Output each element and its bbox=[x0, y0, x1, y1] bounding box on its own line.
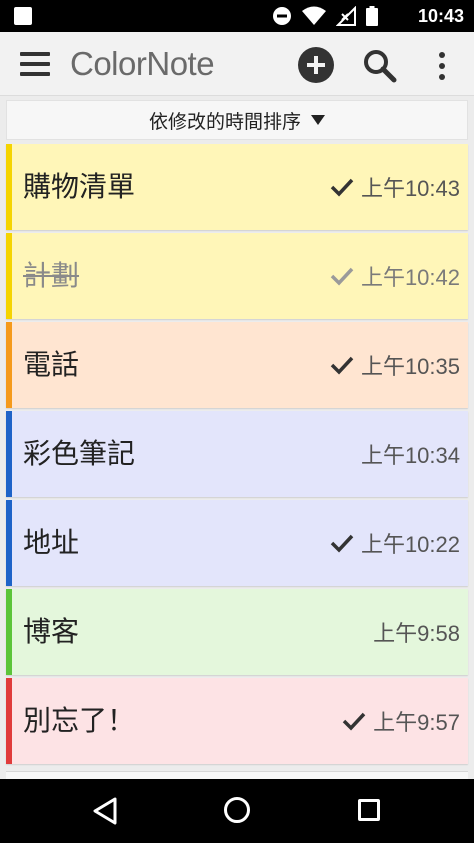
note-item[interactable]: 博客 上午9:58 bbox=[6, 589, 468, 675]
back-icon[interactable] bbox=[92, 797, 118, 825]
note-title: 彩色筆記 bbox=[23, 437, 136, 470]
note-item[interactable]: 別忘了！ 上午9:57 bbox=[6, 678, 468, 764]
list-bottom-edge bbox=[6, 771, 468, 779]
dropdown-arrow-icon bbox=[311, 115, 325, 125]
status-bar: 10:43 bbox=[0, 0, 474, 32]
note-meta: 上午10:22 bbox=[329, 500, 460, 586]
status-time: 10:43 bbox=[417, 6, 464, 26]
sort-dropdown[interactable]: 依修改的時間排序 bbox=[6, 100, 468, 140]
note-time: 上午10:42 bbox=[360, 265, 460, 290]
note-meta: 上午10:35 bbox=[329, 322, 460, 408]
navigation-bar bbox=[0, 779, 474, 843]
note-title: 計劃 bbox=[23, 259, 80, 292]
check-icon bbox=[330, 267, 354, 286]
check-icon bbox=[330, 356, 354, 375]
search-icon[interactable] bbox=[360, 46, 400, 86]
sort-label: 依修改的時間排序 bbox=[148, 110, 301, 133]
no-signal-icon bbox=[336, 6, 356, 26]
note-list: 購物清單 上午10:43 計劃 上午10:42 電話 上午10:35 彩色筆記 上午10:34… bbox=[6, 144, 468, 767]
add-note-icon[interactable] bbox=[298, 47, 334, 83]
note-meta: 上午10:42 bbox=[329, 233, 460, 319]
app-title: ColorNote bbox=[70, 45, 215, 82]
recents-icon[interactable] bbox=[358, 799, 380, 821]
note-time: 上午9:57 bbox=[373, 710, 460, 735]
wifi-icon bbox=[302, 6, 326, 25]
note-item[interactable]: 計劃 上午10:42 bbox=[6, 233, 468, 319]
note-meta: 上午10:34 bbox=[361, 411, 460, 497]
note-meta: 上午10:43 bbox=[329, 144, 460, 230]
check-icon bbox=[330, 178, 354, 197]
note-time: 上午10:43 bbox=[360, 176, 460, 201]
note-meta: 上午9:58 bbox=[373, 589, 460, 675]
note-item[interactable]: 地址 上午10:22 bbox=[6, 500, 468, 586]
more-vert-icon[interactable] bbox=[432, 46, 452, 86]
note-title: 購物清單 bbox=[23, 170, 136, 203]
do-not-disturb-icon bbox=[273, 7, 291, 25]
menu-icon[interactable] bbox=[20, 52, 52, 78]
app-bar: ColorNote bbox=[0, 32, 474, 96]
check-icon bbox=[342, 712, 366, 731]
note-time: 上午10:34 bbox=[360, 443, 460, 468]
note-time: 上午10:22 bbox=[360, 532, 460, 557]
note-item[interactable]: 電話 上午10:35 bbox=[6, 322, 468, 408]
note-time: 上午10:35 bbox=[360, 354, 460, 379]
note-title: 地址 bbox=[23, 526, 80, 559]
battery-icon bbox=[366, 6, 378, 26]
home-icon[interactable] bbox=[224, 797, 250, 823]
notification-icon bbox=[14, 7, 32, 25]
note-title: 別忘了！ bbox=[23, 704, 136, 737]
note-item[interactable]: 彩色筆記 上午10:34 bbox=[6, 411, 468, 497]
note-item[interactable]: 購物清單 上午10:43 bbox=[6, 144, 468, 230]
note-title: 博客 bbox=[23, 615, 80, 648]
note-time: 上午9:58 bbox=[373, 621, 460, 646]
note-title: 電話 bbox=[23, 348, 80, 381]
note-meta: 上午9:57 bbox=[341, 678, 460, 764]
check-icon bbox=[330, 534, 354, 553]
